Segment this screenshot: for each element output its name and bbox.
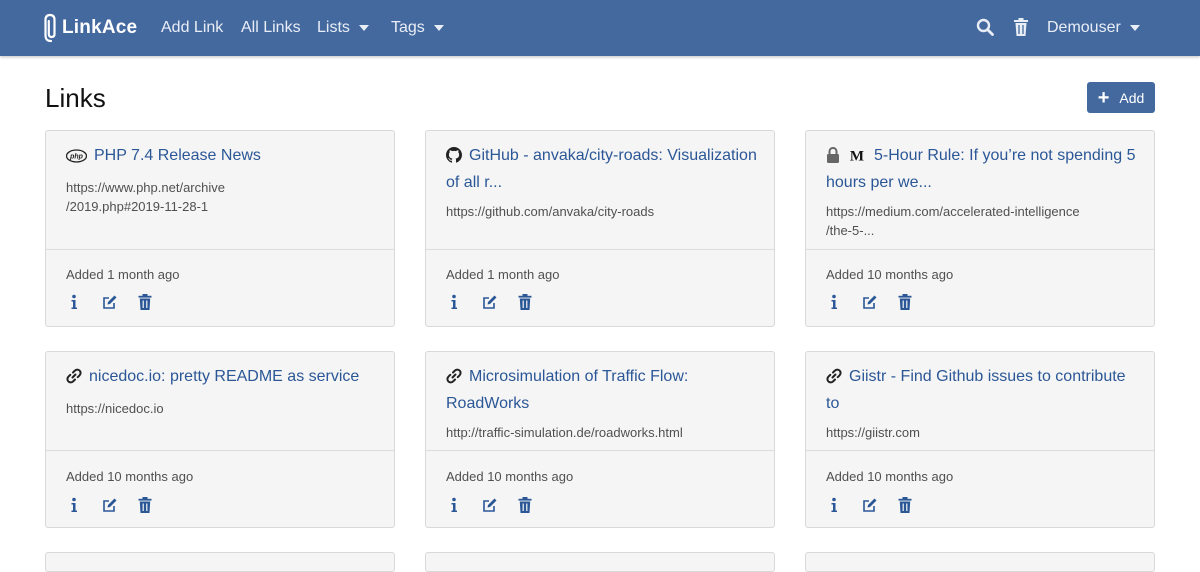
nav-lists-dropdown[interactable]: Lists xyxy=(317,17,369,39)
link-card: Microsimulation of Traffic Flow: RoadWor… xyxy=(425,351,775,528)
info-icon[interactable] xyxy=(66,497,82,513)
card-divider xyxy=(46,450,394,451)
trash-icon[interactable] xyxy=(138,294,154,310)
link-title[interactable]: nicedoc.io: pretty README as service xyxy=(89,368,359,385)
user-name: Demouser xyxy=(1047,19,1121,36)
card-divider xyxy=(806,450,1154,451)
link-url: https://giistr.com xyxy=(826,425,920,440)
edit-icon[interactable] xyxy=(862,497,878,513)
link-icon xyxy=(826,368,842,392)
svg-text:php: php xyxy=(69,154,84,161)
nav-add-link[interactable]: Add Link xyxy=(161,17,223,39)
added-date: Added 10 months ago xyxy=(66,469,194,484)
link-title[interactable]: Giistr - Find Github issues to contribut… xyxy=(826,368,1126,412)
trash-icon[interactable] xyxy=(898,497,914,513)
link-url: https://medium.com/accelerated-intellige… xyxy=(826,202,1138,240)
chevron-down-icon xyxy=(433,25,444,31)
card-divider xyxy=(46,249,394,250)
link-url-line: https://medium.com/accelerated-intellige… xyxy=(826,204,1080,219)
added-date: Added 1 month ago xyxy=(66,267,180,282)
page-title: Links xyxy=(45,83,106,113)
php-icon: php xyxy=(65,147,88,171)
chevron-down-icon xyxy=(358,25,369,31)
brand-logo[interactable]: LinkAce xyxy=(44,13,137,43)
edit-icon[interactable] xyxy=(482,497,498,513)
link-card: nicedoc.io: pretty README as service htt… xyxy=(45,351,395,528)
svg-text:M: M xyxy=(850,149,864,164)
link-url-line: /the-5-... xyxy=(826,223,875,238)
link-url-line: https://www.php.net/archive xyxy=(66,180,225,195)
link-title[interactable]: 5-Hour Rule: If you’re not spending 5 ho… xyxy=(826,147,1135,191)
add-button-label: Add xyxy=(1119,89,1145,106)
link-url: https://nicedoc.io xyxy=(66,401,164,416)
card-divider xyxy=(806,249,1154,250)
added-date: Added 10 months ago xyxy=(826,469,954,484)
link-url-line: /2019.php#2019-11-28-1 xyxy=(66,199,209,214)
nav-lists-label: Lists xyxy=(317,19,350,36)
plus-icon: + xyxy=(1097,86,1110,109)
info-icon[interactable] xyxy=(826,294,842,310)
link-card-partial xyxy=(805,552,1155,572)
trash-icon[interactable] xyxy=(518,294,534,310)
link-url: https://www.php.net/archive/2019.php#201… xyxy=(66,178,378,216)
medium-icon: M xyxy=(849,147,865,171)
info-icon[interactable] xyxy=(826,497,842,513)
github-icon xyxy=(446,147,462,171)
search-icon[interactable] xyxy=(976,18,994,41)
link-card: GitHub - anvaka/city-roads: Visualizatio… xyxy=(425,130,775,327)
edit-icon[interactable] xyxy=(102,497,118,513)
nav-all-links[interactable]: All Links xyxy=(241,17,301,39)
nav-tags-label: Tags xyxy=(391,19,425,36)
info-icon[interactable] xyxy=(446,497,462,513)
info-icon[interactable] xyxy=(446,294,462,310)
add-link-button[interactable]: + Add xyxy=(1087,82,1155,113)
link-card-partial xyxy=(45,552,395,572)
user-menu-dropdown[interactable]: Demouser xyxy=(1047,17,1140,39)
trash-icon[interactable] xyxy=(1013,18,1029,41)
paperclip-icon xyxy=(44,13,56,43)
link-card-partial xyxy=(425,552,775,572)
brand-name: LinkAce xyxy=(62,17,138,38)
link-url: http://traffic-simulation.de/roadworks.h… xyxy=(446,425,683,440)
trash-icon[interactable] xyxy=(518,497,534,513)
link-title[interactable]: Microsimulation of Traffic Flow: RoadWor… xyxy=(446,368,688,412)
lock-icon xyxy=(826,146,840,171)
link-icon xyxy=(446,368,462,392)
info-icon[interactable] xyxy=(66,294,82,310)
edit-icon[interactable] xyxy=(482,294,498,310)
link-icon xyxy=(66,368,82,392)
added-date: Added 10 months ago xyxy=(826,267,954,282)
card-divider xyxy=(426,249,774,250)
card-divider xyxy=(426,450,774,451)
link-title[interactable]: GitHub - anvaka/city-roads: Visualizatio… xyxy=(446,147,757,191)
link-title[interactable]: PHP 7.4 Release News xyxy=(94,147,261,164)
edit-icon[interactable] xyxy=(862,294,878,310)
link-card: M 5-Hour Rule: If you’re not spending 5 … xyxy=(805,130,1155,327)
trash-icon[interactable] xyxy=(138,497,154,513)
chevron-down-icon xyxy=(1129,25,1140,31)
link-card: Giistr - Find Github issues to contribut… xyxy=(805,351,1155,528)
link-card: php PHP 7.4 Release News https://www.php… xyxy=(45,130,395,327)
top-navbar: LinkAce Add Link All Links Lists Tags De… xyxy=(0,0,1200,56)
edit-icon[interactable] xyxy=(102,294,118,310)
added-date: Added 10 months ago xyxy=(446,469,574,484)
added-date: Added 1 month ago xyxy=(446,267,560,282)
nav-tags-dropdown[interactable]: Tags xyxy=(391,17,444,39)
trash-icon[interactable] xyxy=(898,294,914,310)
link-url: https://github.com/anvaka/city-roads xyxy=(446,204,655,219)
